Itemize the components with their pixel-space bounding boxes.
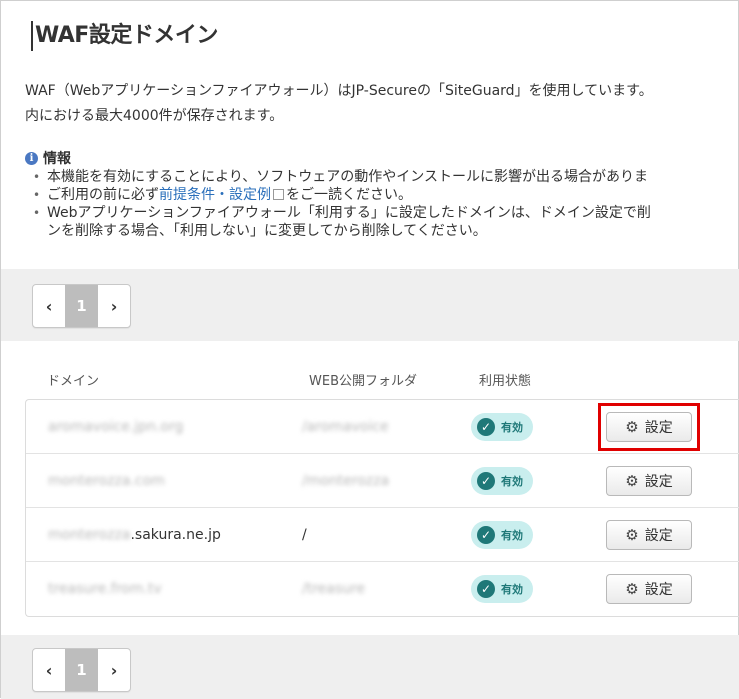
status-label: 有効 xyxy=(501,421,523,434)
description: WAF（Webアプリケーションファイアウォール）はJP-Secureの「Site… xyxy=(25,79,739,129)
folder-cell: / xyxy=(302,527,307,543)
current-page: 1 xyxy=(65,285,98,327)
status-label: 有効 xyxy=(501,583,523,596)
status-label: 有効 xyxy=(501,529,523,542)
info-icon: i xyxy=(25,151,38,165)
folder-cell: /aromavoice xyxy=(302,419,389,435)
column-header-status: 利用状態 xyxy=(479,374,532,389)
domain-cell: treasure.from.tv xyxy=(48,581,162,597)
gear-icon: ⚙ xyxy=(625,580,639,598)
note-1: 本機能を有効にすることにより、ソフトウェアの動作やインストールに影響が出る場合が… xyxy=(31,168,739,186)
settings-button[interactable]: ⚙ 設定 xyxy=(606,520,692,550)
domain-suffix: .sakura.ne.jp xyxy=(130,527,221,543)
settings-button-label: 設定 xyxy=(644,582,673,598)
current-page: 1 xyxy=(65,649,98,691)
status-cell: ✓ 有効 xyxy=(471,454,533,508)
status-badge: ✓ 有効 xyxy=(471,467,533,495)
domain-cell: monterozza .sakura.ne.jp xyxy=(48,508,221,562)
settings-button-label: 設定 xyxy=(644,528,673,544)
table-row: monterozza.com /monterozza ✓ 有効 ⚙ 設定 xyxy=(26,454,739,508)
page-title: WAF設定ドメイン xyxy=(31,21,218,51)
column-header-folder: WEB公開フォルダ xyxy=(309,374,417,389)
settings-button[interactable]: ⚙ 設定 xyxy=(606,466,692,496)
prev-page-button[interactable]: ‹ xyxy=(33,649,65,691)
folder-cell: /treasure xyxy=(302,581,366,597)
action-cell: ⚙ 設定 xyxy=(606,562,692,616)
status-badge: ✓ 有効 xyxy=(471,413,533,441)
info-notes: 本機能を有効にすることにより、ソフトウェアの動作やインストールに影響が出る場合が… xyxy=(31,168,739,240)
check-icon: ✓ xyxy=(477,580,495,598)
info-heading: i 情報 xyxy=(25,148,71,168)
action-cell: ⚙ 設定 xyxy=(606,508,692,562)
pagination-top: ‹ 1 › xyxy=(32,284,131,328)
note-2: ご利用の前に必ず前提条件・設定例をご一読ください。 xyxy=(31,186,739,204)
pagination-bottom: ‹ 1 › xyxy=(32,648,131,692)
check-icon: ✓ xyxy=(477,472,495,490)
domain-cell: aromavoice.jpn.org xyxy=(48,419,184,435)
status-cell: ✓ 有効 xyxy=(471,508,533,562)
gear-icon: ⚙ xyxy=(625,472,639,490)
status-label: 有効 xyxy=(501,475,523,488)
next-page-button[interactable]: › xyxy=(98,649,130,691)
table-row: treasure.from.tv /treasure ✓ 有効 ⚙ 設定 xyxy=(26,562,739,616)
status-cell: ✓ 有効 xyxy=(471,400,533,454)
prerequisites-link[interactable]: 前提条件・設定例 xyxy=(159,187,271,203)
description-line-1: WAF（Webアプリケーションファイアウォール）はJP-Secureの「Site… xyxy=(25,83,653,99)
prev-page-button[interactable]: ‹ xyxy=(33,285,65,327)
status-badge: ✓ 有効 xyxy=(471,521,533,549)
note-3-continued: ンを削除する場合、「利用しない」に変更してから削除してください。 xyxy=(47,223,487,239)
settings-button-label: 設定 xyxy=(644,474,673,490)
description-line-2: 内における最大4000件が保存されます。 xyxy=(25,108,284,124)
note-2-text-before: ご利用の前に必ず xyxy=(47,187,159,203)
action-cell: ⚙ 設定 xyxy=(606,454,692,508)
status-cell: ✓ 有効 xyxy=(471,562,533,616)
settings-button[interactable]: ⚙ 設定 xyxy=(606,574,692,604)
status-badge: ✓ 有効 xyxy=(471,575,533,603)
next-page-button[interactable]: › xyxy=(98,285,130,327)
domain-cell: monterozza.com xyxy=(48,473,165,489)
highlight-box xyxy=(598,403,700,451)
check-icon: ✓ xyxy=(477,418,495,436)
column-header-domain: ドメイン xyxy=(47,374,100,389)
domain-blurred-part: monterozza xyxy=(48,527,131,543)
note-3: Webアプリケーションファイアウォール「利用する」に設定したドメインは、ドメイン… xyxy=(31,204,739,222)
table-row: monterozza .sakura.ne.jp / ✓ 有効 ⚙ 設定 xyxy=(26,508,739,562)
folder-cell: /monterozza xyxy=(302,473,390,489)
check-icon: ✓ xyxy=(477,526,495,544)
external-link-icon xyxy=(273,189,284,200)
note-2-text-after: をご一読ください。 xyxy=(286,187,412,203)
gear-icon: ⚙ xyxy=(625,526,639,544)
info-heading-label: 情報 xyxy=(43,151,71,167)
